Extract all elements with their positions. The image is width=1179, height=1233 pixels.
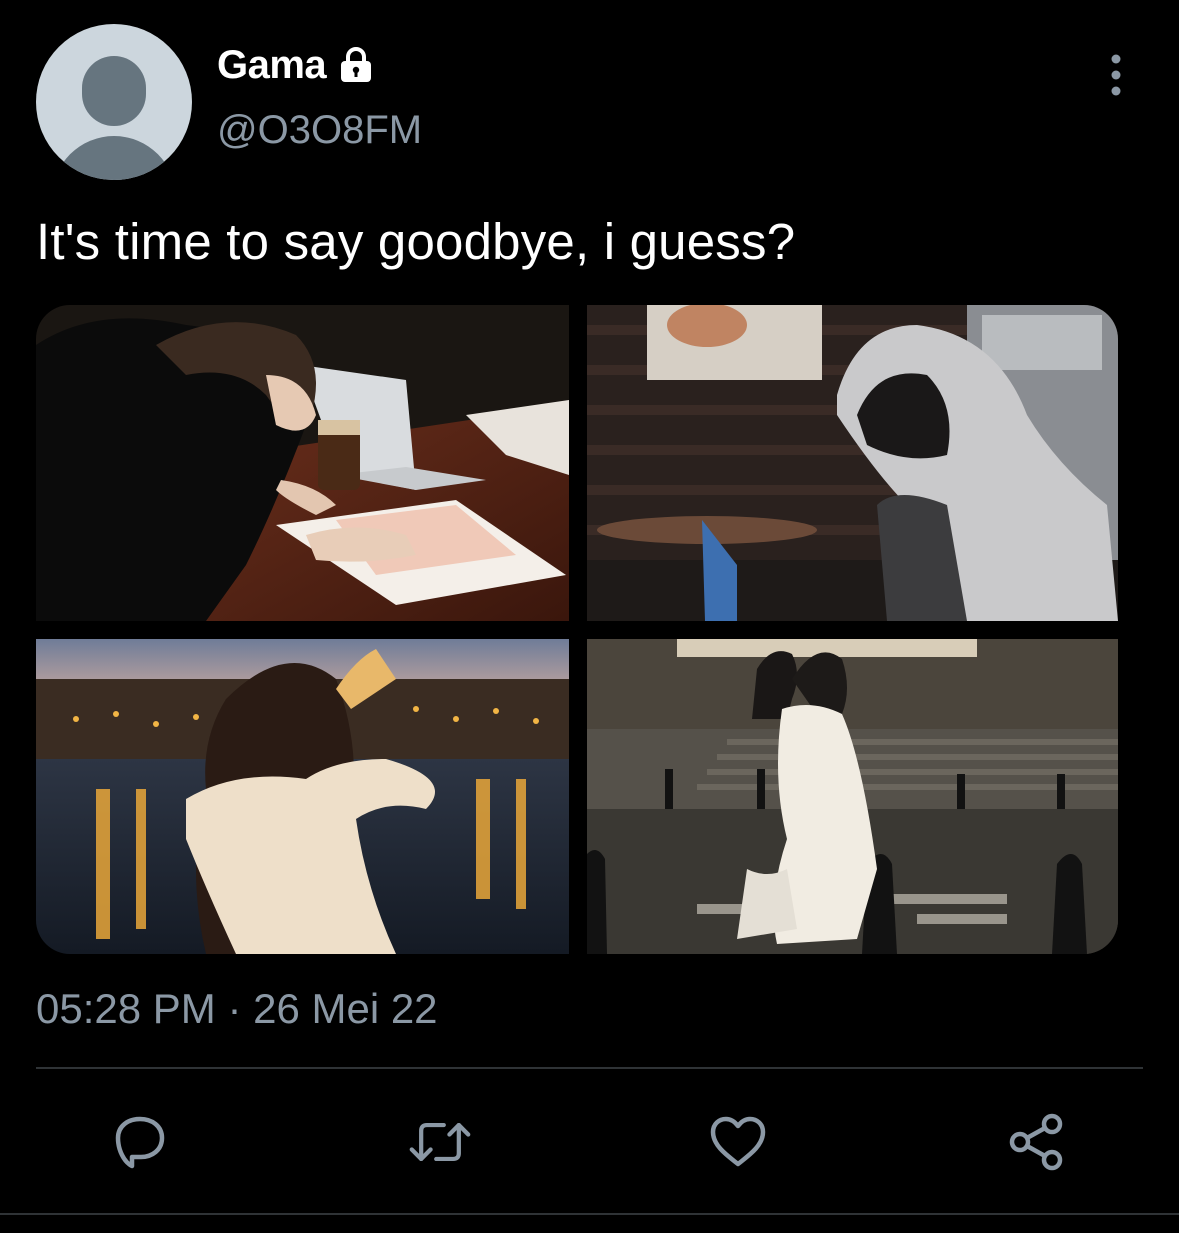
photo-girl-studying[interactable] bbox=[36, 305, 569, 621]
like-icon bbox=[710, 1116, 766, 1167]
reply-icon bbox=[115, 1116, 165, 1169]
author-name-row[interactable]: Gama bbox=[217, 40, 376, 90]
avatar[interactable] bbox=[36, 24, 192, 180]
more-options-icon[interactable] bbox=[1098, 52, 1134, 98]
lock-icon bbox=[341, 47, 372, 82]
tweet-timestamp[interactable]: 05:28 PM · 26 Mei 22 bbox=[36, 985, 438, 1033]
share-button[interactable] bbox=[1006, 1110, 1070, 1174]
photo-hooded-person-cafe[interactable] bbox=[587, 305, 1118, 621]
photo-girl-by-river-night[interactable] bbox=[36, 639, 569, 954]
retweet-button[interactable] bbox=[408, 1110, 472, 1174]
photo-couple-walking-plaza[interactable] bbox=[587, 639, 1118, 954]
author-handle[interactable]: @O3O8FM bbox=[217, 108, 422, 153]
author-name[interactable]: Gama bbox=[217, 43, 327, 88]
tweet-text: It's time to say goodbye, i guess? bbox=[36, 213, 796, 270]
divider bbox=[36, 1067, 1143, 1069]
reply-button[interactable] bbox=[108, 1110, 172, 1174]
share-icon bbox=[1009, 1113, 1063, 1171]
bottom-divider bbox=[0, 1213, 1179, 1215]
avatar-body bbox=[52, 136, 176, 180]
like-button[interactable] bbox=[706, 1110, 770, 1174]
retweet-icon bbox=[409, 1122, 471, 1162]
avatar-head bbox=[82, 56, 146, 126]
media-grid bbox=[36, 305, 1118, 954]
